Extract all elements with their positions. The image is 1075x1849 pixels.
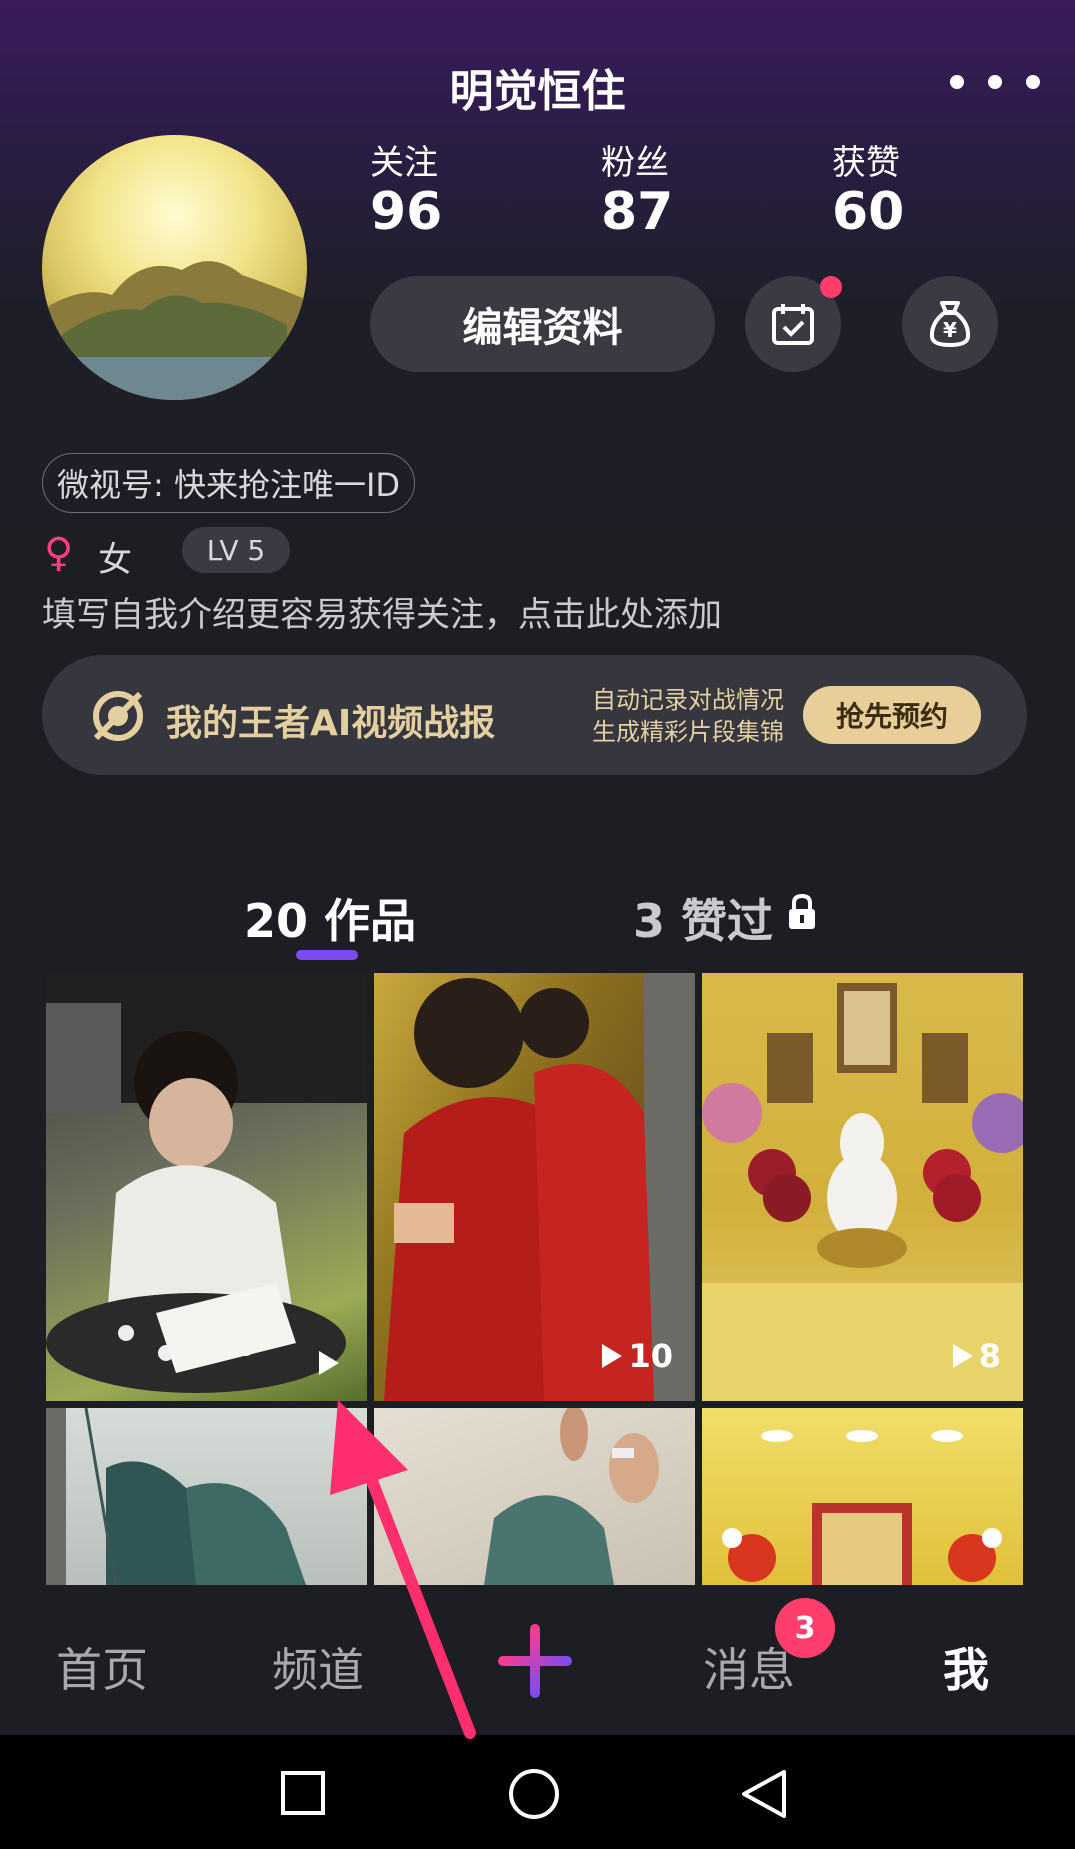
play-icon bbox=[319, 1351, 339, 1375]
bio-placeholder[interactable]: 填写自我介绍更容易获得关注，点击此处添加 bbox=[42, 587, 722, 636]
tab-works[interactable]: 20 作品 bbox=[244, 885, 416, 951]
video-thumbnail[interactable]: 8 bbox=[702, 973, 1023, 1401]
username-text: 明觉恒住 bbox=[449, 66, 626, 117]
nav-home[interactable]: 首页 bbox=[56, 1634, 148, 1700]
avatar[interactable] bbox=[42, 135, 307, 400]
more-dot-icon bbox=[1026, 75, 1040, 89]
video-thumbnail[interactable] bbox=[374, 1408, 695, 1585]
play-count bbox=[319, 1351, 345, 1375]
back-system-button[interactable] bbox=[738, 1768, 790, 1820]
stat-fans-label: 粉丝 bbox=[601, 143, 669, 183]
level-text: LV 5 bbox=[206, 533, 266, 567]
video-thumbnail[interactable]: 10 bbox=[374, 973, 695, 1401]
play-count: 10 bbox=[602, 1337, 673, 1375]
banner-title: 我的王者AI视频战报 bbox=[166, 703, 496, 744]
stat-following-value[interactable]: 96 bbox=[370, 182, 442, 242]
banner-desc-line: 自动记录对战情况 bbox=[592, 686, 784, 714]
back-triangle-icon bbox=[742, 1770, 786, 1818]
more-dot-icon bbox=[950, 75, 964, 89]
nav-channel[interactable]: 频道 bbox=[272, 1634, 364, 1700]
plus-icon bbox=[498, 1624, 572, 1698]
banner-desc-line: 生成精彩片段集锦 bbox=[592, 718, 784, 746]
thumbnail-scene-image bbox=[46, 1408, 306, 1585]
svg-text:¥: ¥ bbox=[943, 318, 957, 342]
profile-username: 明觉恒住 bbox=[0, 55, 1075, 119]
weishi-id-pill[interactable]: 微视号: 快来抢注唯一ID bbox=[42, 453, 416, 513]
weishi-id-text: 微视号: 快来抢注唯一ID bbox=[57, 466, 401, 504]
home-system-button[interactable] bbox=[508, 1768, 560, 1820]
play-count-value: 8 bbox=[978, 1337, 1001, 1375]
reserve-button[interactable]: 抢先预约 bbox=[803, 686, 981, 744]
avatar-landscape-image bbox=[42, 261, 307, 400]
square-icon bbox=[281, 1771, 325, 1815]
lock-icon bbox=[786, 893, 818, 931]
play-icon bbox=[952, 1344, 973, 1368]
more-options-button[interactable] bbox=[950, 62, 1040, 102]
tab-liked[interactable]: 3 赞过 bbox=[633, 885, 773, 951]
play-icon bbox=[602, 1344, 623, 1368]
thumbnail-scene-image bbox=[722, 1430, 1002, 1585]
video-thumbnail[interactable] bbox=[702, 1408, 1023, 1585]
calendar-check-icon bbox=[772, 304, 814, 345]
edit-profile-button[interactable]: 编辑资料 bbox=[370, 276, 715, 372]
game-logo-icon bbox=[88, 686, 148, 746]
checkin-notification-dot bbox=[820, 276, 842, 298]
play-count-value: 10 bbox=[628, 1337, 673, 1375]
messages-badge: 3 bbox=[775, 1598, 835, 1658]
wallet-button[interactable]: ¥ bbox=[902, 276, 998, 372]
stat-likes-label: 获赞 bbox=[832, 143, 900, 183]
play-count: 8 bbox=[952, 1337, 1001, 1375]
nav-me[interactable]: 我 bbox=[943, 1634, 989, 1700]
stat-fans-value[interactable]: 87 bbox=[601, 182, 673, 242]
stat-following-label: 关注 bbox=[370, 143, 438, 183]
stat-likes-value[interactable]: 60 bbox=[832, 182, 904, 242]
money-bag-icon: ¥ bbox=[929, 301, 971, 347]
banner-description: 自动记录对战情况 生成精彩片段集锦 bbox=[592, 684, 784, 748]
create-plus-button[interactable] bbox=[498, 1624, 572, 1698]
gender-label: 女 bbox=[98, 540, 132, 580]
active-tab-indicator bbox=[296, 950, 358, 960]
recents-button[interactable] bbox=[280, 1770, 326, 1816]
level-badge: LV 5 bbox=[182, 527, 290, 573]
circle-icon bbox=[509, 1769, 559, 1819]
video-thumbnail[interactable] bbox=[46, 973, 367, 1401]
more-dot-icon bbox=[988, 75, 1002, 89]
video-thumbnail[interactable] bbox=[46, 1408, 367, 1585]
thumbnail-scene-image bbox=[484, 1408, 659, 1585]
thumbnail-scene-image bbox=[46, 973, 367, 1393]
female-icon: ♀ bbox=[44, 530, 74, 576]
